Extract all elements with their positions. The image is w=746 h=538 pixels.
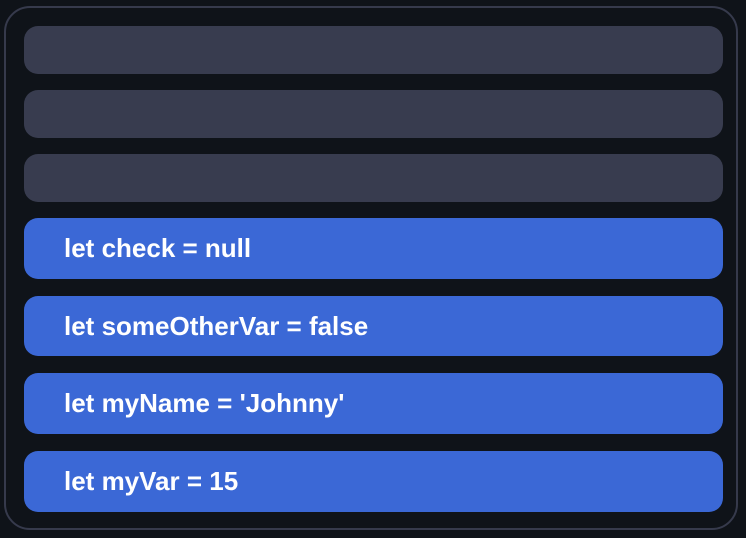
drop-slot-1[interactable] (24, 26, 723, 74)
draggable-item-myname[interactable]: let myName = 'Johnny' (24, 373, 723, 434)
drop-slot-3[interactable] (24, 154, 723, 202)
drop-slot-2[interactable] (24, 90, 723, 138)
draggable-item-myvar[interactable]: let myVar = 15 (24, 451, 723, 512)
draggable-item-check[interactable]: let check = null (24, 218, 723, 279)
draggable-item-someothervar[interactable]: let someOtherVar = false (24, 296, 723, 356)
